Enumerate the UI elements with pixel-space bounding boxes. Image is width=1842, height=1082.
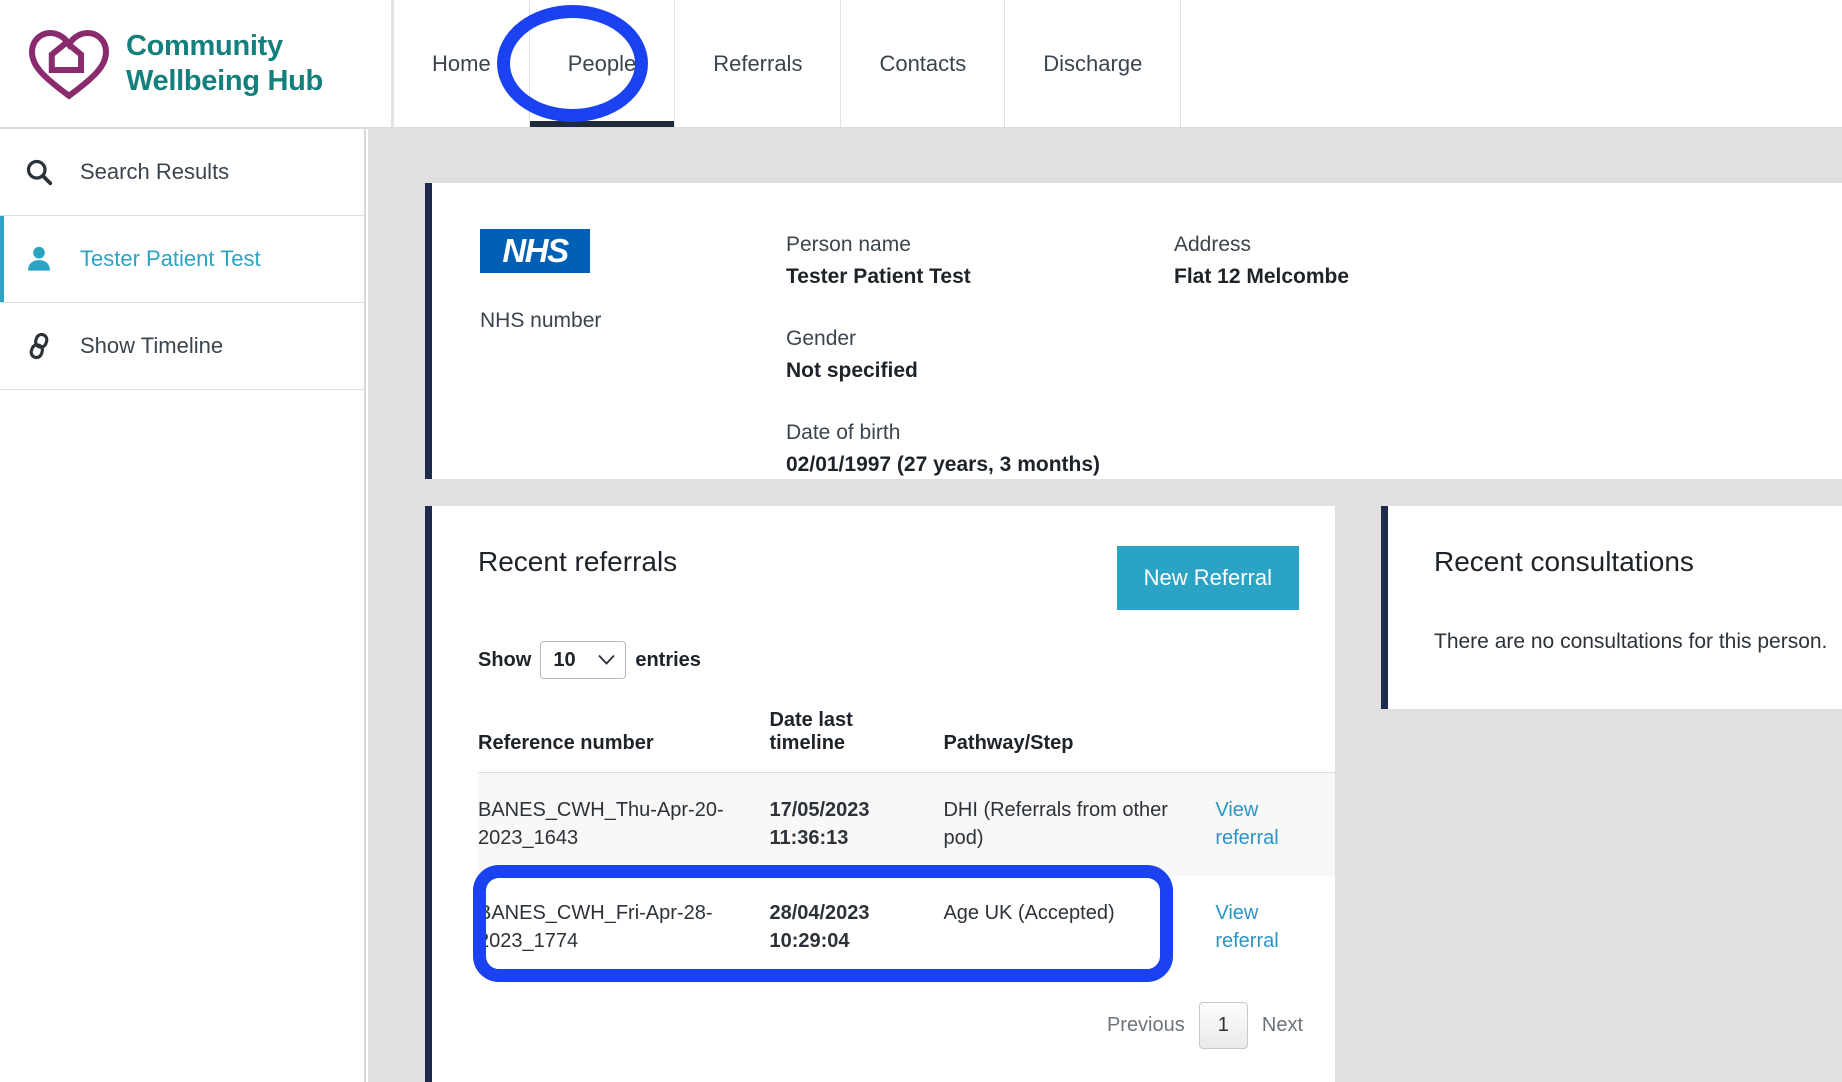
col-header-reference-number[interactable]: Reference number — [478, 679, 770, 773]
nhs-logo-text: NHS — [502, 232, 569, 269]
nhs-number-label: NHS number — [480, 309, 602, 332]
col-header-date-last-timeline[interactable]: Date last timeline — [769, 679, 944, 773]
sidebar-label-search-results: Search Results — [80, 159, 230, 184]
nav-label-referrals: Referrals — [713, 50, 803, 76]
recent-referrals-card: Recent referrals New Referral Show 10 25… — [425, 506, 1335, 1082]
view-referral-link[interactable]: View referral — [1215, 796, 1325, 853]
cell-action: View referral — [1215, 773, 1335, 876]
nav-item-home[interactable]: Home — [393, 0, 530, 127]
cell-pathway-step: Age UK (Accepted) — [943, 901, 1115, 924]
entries-select[interactable]: 10 25 50 100 — [540, 641, 627, 679]
field-gender: Gender Not specified — [786, 323, 1174, 386]
patient-summary-card: NHS NHS number Person name Tester Patien… — [425, 183, 1842, 479]
pagination-next[interactable]: Next — [1256, 1003, 1309, 1048]
cell-date-last-timeline: 17/05/2023 11:36:13 — [769, 799, 870, 850]
cell-pathway-step: DHI (Referrals from other pod) — [943, 799, 1168, 850]
heart-house-logo-icon — [29, 29, 109, 100]
cell-reference-number: BANES_CWH_Fri-Apr-28-2023_1774 — [478, 901, 713, 953]
app-root: Community Wellbeing Hub Home People Refe… — [0, 0, 1842, 1082]
value-person-name: Tester Patient Test — [786, 264, 971, 288]
value-date-of-birth: 02/01/1997 (27 years, 3 months) — [786, 452, 1101, 476]
person-icon — [22, 242, 56, 276]
referrals-table-head: Reference number Date last timeline Path… — [478, 679, 1335, 773]
nhs-column: NHS NHS number — [480, 229, 786, 511]
table-row[interactable]: BANES_CWH_Thu-Apr-20-2023_1643 17/05/202… — [478, 772, 1335, 876]
referrals-header-row: Reference number Date last timeline Path… — [478, 679, 1335, 773]
sidebar-label-show-timeline: Show Timeline — [80, 333, 224, 358]
brand-title: Community Wellbeing Hub — [126, 29, 323, 97]
col-header-actions — [1215, 679, 1335, 773]
new-referral-button[interactable]: New Referral — [1116, 546, 1299, 610]
value-gender: Not specified — [786, 358, 918, 382]
sidebar-item-show-timeline[interactable]: Show Timeline — [0, 303, 364, 390]
entries-label: entries — [635, 648, 701, 671]
main-navigation: Home People Referrals Contacts Discharge — [393, 0, 1182, 127]
app-header: Community Wellbeing Hub Home People Refe… — [0, 0, 1842, 129]
field-person-name: Person name Tester Patient Test — [786, 229, 1174, 292]
field-address: Address Flat 12 Melcombe — [1174, 229, 1562, 292]
cell-action: View referral — [1215, 876, 1335, 979]
main-content: NHS NHS number Person name Tester Patien… — [368, 129, 1842, 1082]
nav-item-contacts[interactable]: Contacts — [841, 0, 1006, 127]
view-referral-link[interactable]: View referral — [1215, 899, 1325, 956]
cell-date-last-timeline: 28/04/2023 10:29:04 — [769, 901, 870, 953]
label-address: Address — [1174, 233, 1252, 256]
label-gender: Gender — [786, 327, 857, 350]
nav-label-people: People — [567, 50, 637, 76]
nav-item-people[interactable]: People — [529, 0, 676, 127]
table-row[interactable]: BANES_CWH_Fri-Apr-28-2023_1774 28/04/202… — [478, 875, 1335, 979]
sidebar-item-search-results[interactable]: Search Results — [0, 129, 364, 216]
col-header-pathway-step[interactable]: Pathway/Step — [943, 679, 1216, 773]
entries-select-wrapper[interactable]: 10 25 50 100 — [540, 641, 627, 679]
brand-logo-block[interactable]: Community Wellbeing Hub — [0, 0, 393, 127]
consultations-empty-message: There are no consultations for this pers… — [1434, 630, 1828, 653]
nav-item-discharge[interactable]: Discharge — [1005, 0, 1182, 127]
recent-consultations-card: Recent consultations There are no consul… — [1381, 506, 1842, 709]
referrals-table: Reference number Date last timeline Path… — [478, 679, 1335, 979]
nav-label-discharge: Discharge — [1043, 50, 1143, 76]
value-address: Flat 12 Melcombe — [1174, 264, 1350, 288]
brand-line-1: Community — [126, 30, 283, 63]
cell-reference-number: BANES_CWH_Thu-Apr-20-2023_1643 — [478, 799, 724, 850]
nav-label-home: Home — [432, 50, 491, 76]
link-chain-icon — [22, 329, 56, 363]
nav-label-contacts: Contacts — [879, 50, 967, 76]
patient-address-column: Address Flat 12 Melcombe — [1174, 229, 1562, 511]
show-entries-control: Show 10 25 50 100 entries — [432, 610, 1335, 679]
pagination-page-1[interactable]: 1 — [1198, 1001, 1248, 1049]
nav-item-referrals[interactable]: Referrals — [675, 0, 842, 127]
referrals-table-body: BANES_CWH_Thu-Apr-20-2023_1643 17/05/202… — [478, 772, 1335, 979]
patient-details-column: Person name Tester Patient Test Gender N… — [786, 229, 1174, 511]
label-date-of-birth: Date of birth — [786, 421, 901, 444]
pagination-previous[interactable]: Previous — [1101, 1003, 1191, 1048]
field-date-of-birth: Date of birth 02/01/1997 (27 years, 3 mo… — [786, 417, 1174, 480]
label-person-name: Person name — [786, 233, 911, 256]
sidebar: Search Results Tester Patient Test Show … — [0, 129, 366, 1082]
show-label: Show — [478, 648, 532, 671]
sidebar-label-tester-patient-test: Tester Patient Test — [80, 246, 261, 271]
sidebar-item-tester-patient-test[interactable]: Tester Patient Test — [0, 216, 364, 303]
brand-line-2: Wellbeing Hub — [126, 64, 323, 97]
recent-referrals-title: Recent referrals — [478, 546, 678, 577]
recent-consultations-title: Recent consultations — [1434, 546, 1694, 577]
search-icon — [22, 155, 56, 189]
nhs-logo-icon: NHS — [480, 229, 590, 273]
pagination: Previous 1 Next — [432, 979, 1335, 1049]
